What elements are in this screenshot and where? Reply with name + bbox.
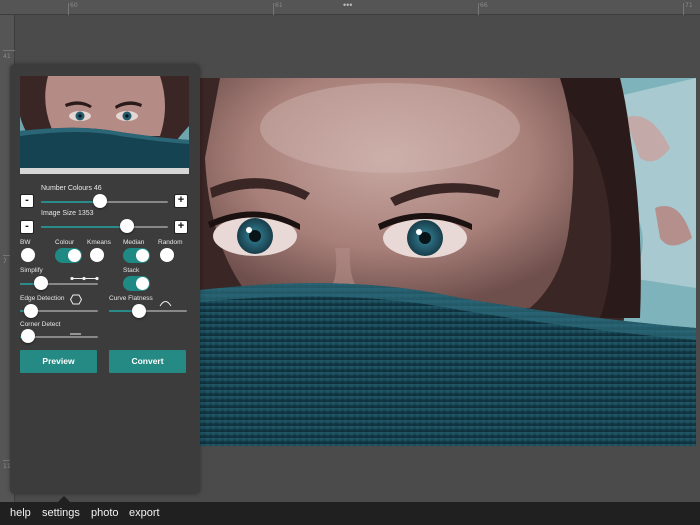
ruler-label: 66 bbox=[480, 2, 488, 9]
stack-label: Stack bbox=[123, 267, 140, 274]
curve-flatness-slider-knob[interactable] bbox=[132, 304, 146, 318]
image-size-plus-button[interactable]: + bbox=[174, 220, 188, 234]
curve-flatness-slider[interactable] bbox=[109, 310, 187, 312]
number-colours-label: Number Colours 46 bbox=[41, 185, 102, 192]
simplify-label: Simplify bbox=[20, 267, 43, 274]
thumbnail-image bbox=[20, 76, 189, 174]
more-dots-icon[interactable]: ••• bbox=[343, 1, 352, 10]
photo-image bbox=[200, 78, 696, 446]
hexagon-icon bbox=[69, 292, 83, 310]
convert-button[interactable]: Convert bbox=[109, 350, 186, 373]
bw-radio[interactable] bbox=[21, 248, 35, 262]
curve-flatness-label: Curve Flatness bbox=[109, 295, 153, 302]
ruler-label: 71 bbox=[685, 2, 693, 9]
converted-photo-canvas[interactable] bbox=[200, 78, 696, 446]
ruler-label: 61 bbox=[275, 2, 283, 9]
number-colours-minus-button[interactable]: - bbox=[20, 194, 34, 208]
simplify-slider[interactable] bbox=[20, 283, 98, 285]
tab-export[interactable]: export bbox=[129, 507, 160, 519]
tab-help[interactable]: help bbox=[10, 507, 31, 519]
corner-detect-label: Corner Detect bbox=[20, 321, 61, 328]
tab-photo[interactable]: photo bbox=[91, 507, 119, 519]
random-label: Random bbox=[158, 239, 183, 246]
ruler-label: 41 bbox=[3, 53, 11, 60]
bw-label: BW bbox=[20, 239, 31, 246]
preview-thumbnail bbox=[20, 76, 189, 174]
slider-fill bbox=[41, 201, 100, 203]
colour-label: Colour bbox=[55, 239, 75, 246]
image-size-slider[interactable] bbox=[41, 226, 168, 228]
kmeans-label: Kmeans bbox=[87, 239, 111, 246]
number-colours-plus-button[interactable]: + bbox=[174, 194, 188, 208]
ruler-label: 60 bbox=[70, 2, 78, 9]
edge-detection-label: Edge Detection bbox=[20, 295, 65, 302]
median-toggle[interactable] bbox=[123, 248, 150, 263]
image-size-label: Image Size 1353 bbox=[41, 210, 94, 217]
preview-button[interactable]: Preview bbox=[20, 350, 97, 373]
line-icon bbox=[70, 323, 81, 341]
image-size-slider-knob[interactable] bbox=[120, 219, 134, 233]
app-window: 60 61 66 71 ••• 41 7 11 Number Colours 4… bbox=[0, 0, 700, 525]
random-radio[interactable] bbox=[160, 248, 174, 262]
number-colours-slider-knob[interactable] bbox=[93, 194, 107, 208]
settings-panel: Number Colours 46 - + Image Size 1353 - … bbox=[10, 64, 200, 494]
colour-toggle[interactable] bbox=[55, 248, 82, 263]
edge-detection-slider-knob[interactable] bbox=[24, 304, 38, 318]
bottom-tab-bar: help settings photo export bbox=[0, 502, 700, 525]
corner-detect-slider-knob[interactable] bbox=[21, 329, 35, 343]
slider-fill bbox=[41, 226, 127, 228]
image-size-minus-button[interactable]: - bbox=[20, 220, 34, 234]
simplify-slider-knob[interactable] bbox=[34, 276, 48, 290]
kmeans-radio[interactable] bbox=[90, 248, 104, 262]
stack-toggle[interactable] bbox=[123, 276, 150, 291]
ruler-label: 7 bbox=[3, 258, 7, 265]
tab-settings[interactable]: settings bbox=[42, 507, 80, 519]
top-ruler: 60 61 66 71 ••• bbox=[0, 0, 700, 15]
median-label: Median bbox=[123, 239, 145, 246]
